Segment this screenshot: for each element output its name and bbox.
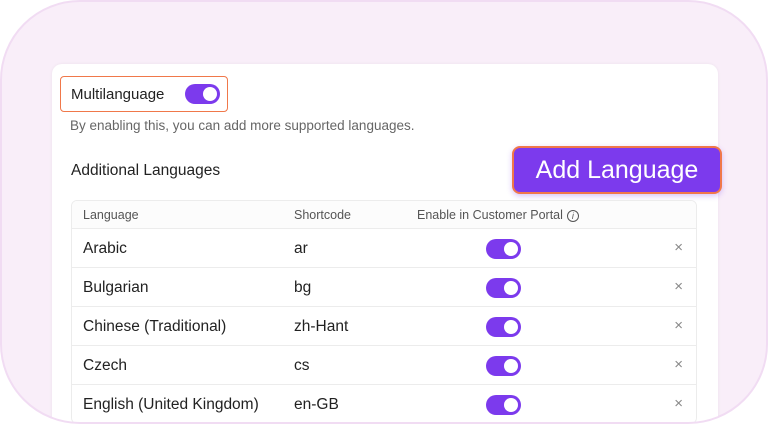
table-row: Czech cs × xyxy=(72,345,696,384)
remove-icon[interactable]: × xyxy=(674,395,683,412)
portal-toggle[interactable] xyxy=(486,278,521,298)
portal-toggle[interactable] xyxy=(486,356,521,376)
table-row: Bulgarian bg × xyxy=(72,267,696,306)
language-code: zh-Hant xyxy=(294,318,349,335)
language-code: bg xyxy=(294,279,312,296)
remove-icon[interactable]: × xyxy=(674,239,683,256)
multilanguage-description: By enabling this, you can add more suppo… xyxy=(70,118,415,133)
outer-frame: Multilanguage By enabling this, you can … xyxy=(0,0,768,424)
table-row: English (United Kingdom) en-GB × xyxy=(72,384,696,422)
add-language-button[interactable]: Add Language xyxy=(512,146,722,194)
language-code: en-GB xyxy=(294,396,339,413)
info-icon[interactable]: i xyxy=(566,210,579,222)
header-enable-portal: Enable in Customer Portal i xyxy=(417,208,579,222)
remove-icon[interactable]: × xyxy=(674,317,683,334)
language-name: English (United Kingdom) xyxy=(83,396,259,413)
language-name: Chinese (Traditional) xyxy=(83,318,227,335)
language-name: Czech xyxy=(83,357,127,374)
settings-card: Multilanguage By enabling this, you can … xyxy=(52,64,722,422)
remove-icon[interactable]: × xyxy=(674,278,683,295)
header-language: Language xyxy=(83,208,139,222)
portal-toggle[interactable] xyxy=(486,395,521,415)
language-name: Bulgarian xyxy=(83,279,149,296)
section-title: Additional Languages xyxy=(71,162,221,179)
multilanguage-label: Multilanguage xyxy=(71,86,165,103)
table-row: Chinese (Traditional) zh-Hant × xyxy=(72,306,696,345)
portal-toggle[interactable] xyxy=(486,317,521,337)
portal-toggle[interactable] xyxy=(486,239,521,259)
header-shortcode: Shortcode xyxy=(294,208,351,222)
languages-table: Language Shortcode Enable in Customer Po… xyxy=(71,200,697,422)
language-name: Arabic xyxy=(83,240,127,257)
language-code: cs xyxy=(294,357,310,374)
multilanguage-toggle[interactable] xyxy=(185,84,220,104)
header-enable-portal-label: Enable in Customer Portal xyxy=(417,208,563,222)
table-row: Arabic ar × xyxy=(72,228,696,267)
table-header: Language Shortcode Enable in Customer Po… xyxy=(72,201,696,228)
language-code: ar xyxy=(294,240,308,257)
multilanguage-setting: Multilanguage xyxy=(60,76,228,112)
remove-icon[interactable]: × xyxy=(674,356,683,373)
